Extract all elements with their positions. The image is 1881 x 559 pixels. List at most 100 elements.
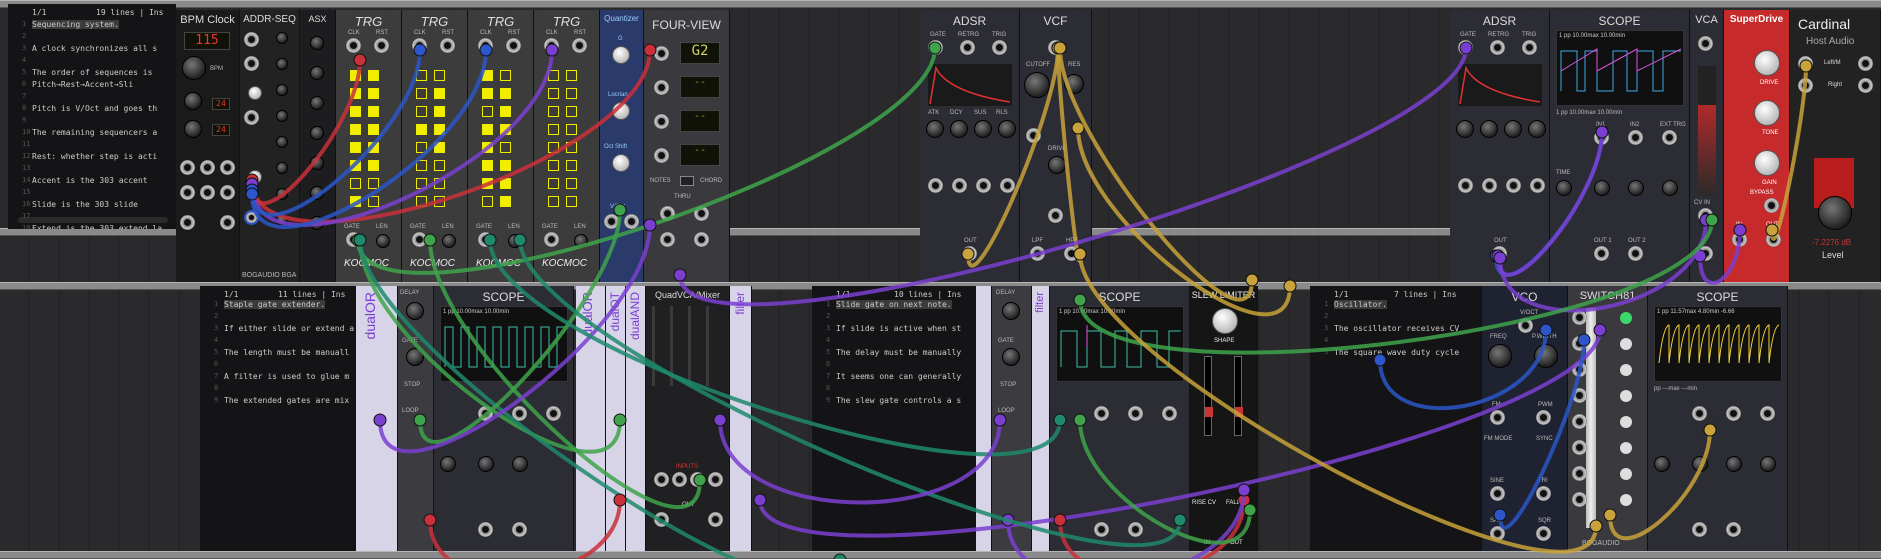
len-knob[interactable] xyxy=(376,234,390,248)
step-button[interactable] xyxy=(548,196,559,207)
step-button[interactable] xyxy=(566,178,577,189)
out2-jack[interactable] xyxy=(512,522,527,537)
gate-out-jack[interactable] xyxy=(346,232,361,247)
len-knob[interactable] xyxy=(442,234,456,248)
sqr-jack[interactable] xyxy=(1536,526,1551,541)
sd-out-jack[interactable] xyxy=(1766,232,1781,247)
in1-jack[interactable] xyxy=(1692,406,1707,421)
in1-jack[interactable] xyxy=(1594,130,1609,145)
step-button[interactable] xyxy=(350,196,361,207)
rst-jack[interactable] xyxy=(244,56,259,71)
delay-knob[interactable] xyxy=(1002,302,1020,320)
thru-jack[interactable] xyxy=(660,232,675,247)
cv-jack[interactable] xyxy=(976,178,991,193)
voct-out-jack[interactable] xyxy=(624,214,639,229)
step-button[interactable] xyxy=(416,178,427,189)
pwidth-knob[interactable] xyxy=(1534,344,1558,368)
mix-out-jack[interactable] xyxy=(654,512,669,527)
step-knob[interactable] xyxy=(276,214,288,226)
clk-jack[interactable] xyxy=(412,38,427,53)
cv-jack[interactable] xyxy=(1506,178,1521,193)
switch-led[interactable] xyxy=(1620,312,1632,324)
step-button[interactable] xyxy=(434,106,445,117)
switch-led[interactable] xyxy=(1620,416,1632,428)
step-button[interactable] xyxy=(482,178,493,189)
retrg-jack[interactable] xyxy=(1490,40,1505,55)
switch-led[interactable] xyxy=(1620,468,1632,480)
vca-in-jack[interactable] xyxy=(1698,36,1713,51)
step-button[interactable] xyxy=(368,70,379,81)
in1-jack[interactable] xyxy=(1094,406,1109,421)
bar-jack[interactable] xyxy=(180,215,195,230)
step-button[interactable] xyxy=(350,142,361,153)
switch-led[interactable] xyxy=(1620,390,1632,402)
octshift-knob[interactable] xyxy=(612,154,630,172)
notes-module-b1[interactable]: 1/1 11 lines | Ins 1 Staple gate extender… xyxy=(200,286,356,551)
step-button[interactable] xyxy=(350,178,361,189)
switch-slider[interactable] xyxy=(1586,308,1596,528)
switch-led[interactable] xyxy=(1620,442,1632,454)
right-out-jack[interactable] xyxy=(1858,78,1873,93)
step-knob[interactable] xyxy=(276,136,288,148)
asx-knob[interactable] xyxy=(310,216,324,230)
step-button[interactable] xyxy=(434,70,445,81)
ratio-knob[interactable] xyxy=(184,92,202,110)
shape-knob[interactable] xyxy=(1212,308,1238,334)
step-button[interactable] xyxy=(368,142,379,153)
switch-in-jack[interactable] xyxy=(1572,466,1587,481)
out2-jack[interactable] xyxy=(1726,522,1741,537)
left-out-jack[interactable] xyxy=(1858,56,1873,71)
sine-jack[interactable] xyxy=(1490,486,1505,501)
step-button[interactable] xyxy=(350,106,361,117)
step-button[interactable] xyxy=(548,160,559,171)
gate-jack[interactable] xyxy=(928,40,943,55)
switch-in-jack[interactable] xyxy=(1572,362,1587,377)
out1-jack[interactable] xyxy=(478,522,493,537)
step-button[interactable] xyxy=(350,160,361,171)
fv-in-jack[interactable] xyxy=(654,114,669,129)
ext-trg-jack[interactable] xyxy=(1662,130,1677,145)
out-jack[interactable] xyxy=(244,210,259,225)
rst-jack[interactable] xyxy=(374,38,389,53)
vca-faders[interactable] xyxy=(652,306,724,386)
trig-button[interactable] xyxy=(992,40,1007,55)
ext-trg-jack[interactable] xyxy=(1162,406,1177,421)
fall-slider[interactable] xyxy=(1234,356,1243,436)
step-button[interactable] xyxy=(434,160,445,171)
step-button[interactable] xyxy=(416,106,427,117)
drive-knob[interactable] xyxy=(1048,156,1066,174)
switch-in-jack[interactable] xyxy=(1572,414,1587,429)
step-button[interactable] xyxy=(566,106,577,117)
step-button[interactable] xyxy=(500,196,511,207)
step-button[interactable] xyxy=(416,142,427,153)
gate-out-jack[interactable] xyxy=(412,232,427,247)
res-knob[interactable] xyxy=(1064,74,1084,94)
gain1-knob[interactable] xyxy=(478,456,494,472)
step-button[interactable] xyxy=(368,160,379,171)
step-button[interactable] xyxy=(416,196,427,207)
root-knob[interactable] xyxy=(612,46,630,64)
step-knob[interactable] xyxy=(276,84,288,96)
fv-in-jack[interactable] xyxy=(654,80,669,95)
cv-in-jack[interactable] xyxy=(1698,208,1713,223)
switch-in-jack[interactable] xyxy=(1572,388,1587,403)
switch-led[interactable] xyxy=(1620,338,1632,350)
len-knob[interactable] xyxy=(574,234,588,248)
step-button[interactable] xyxy=(416,160,427,171)
voct-in-jack[interactable] xyxy=(604,214,619,229)
time-knob[interactable] xyxy=(1556,180,1572,196)
sus-knob[interactable] xyxy=(1504,120,1522,138)
bypass-button[interactable] xyxy=(1764,198,1779,213)
step-button[interactable] xyxy=(368,88,379,99)
out1-jack[interactable] xyxy=(1094,522,1109,537)
thres-knob[interactable] xyxy=(1662,180,1678,196)
vca-out-jack[interactable] xyxy=(1698,246,1713,261)
thres-knob[interactable] xyxy=(1760,456,1776,472)
cv-jack[interactable] xyxy=(1458,178,1473,193)
trig-button[interactable] xyxy=(1522,40,1537,55)
cutoff-knob[interactable] xyxy=(1024,72,1050,98)
out1-jack[interactable] xyxy=(1692,522,1707,537)
clk-jack[interactable] xyxy=(244,32,259,47)
asx-knob[interactable] xyxy=(310,156,324,170)
rst-jack[interactable] xyxy=(200,185,215,200)
